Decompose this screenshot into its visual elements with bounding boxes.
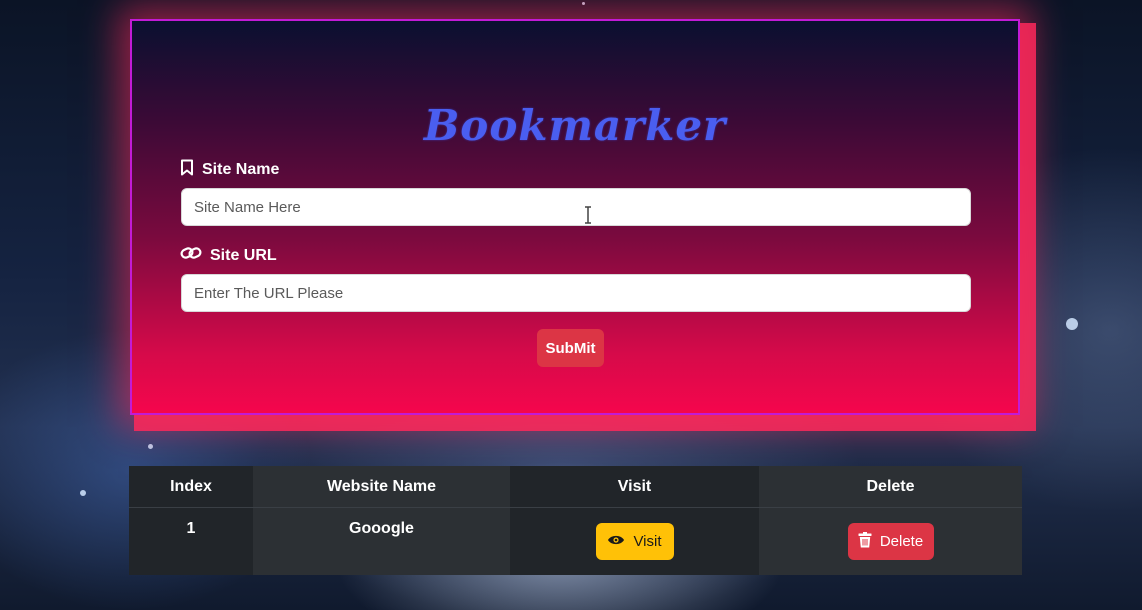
link-icon bbox=[180, 245, 210, 266]
app-title: Bookmarker bbox=[423, 101, 727, 150]
row-website-name: Gooogle bbox=[253, 507, 510, 575]
table-row: 1 Gooogle Visit Delete bbox=[129, 507, 1022, 575]
row-index: 1 bbox=[129, 507, 253, 575]
background-speck bbox=[80, 490, 86, 496]
delete-button-label: Delete bbox=[879, 533, 924, 550]
site-name-label-text: Site Name bbox=[202, 161, 280, 178]
background-speck bbox=[1066, 318, 1078, 330]
submit-button[interactable]: SubMit bbox=[537, 329, 604, 367]
header-index: Index bbox=[129, 466, 253, 508]
eye-icon bbox=[607, 533, 633, 550]
delete-button[interactable]: Delete bbox=[847, 523, 934, 560]
site-name-input[interactable] bbox=[181, 188, 971, 226]
bookmark-form-card: Bookmarker Site Name Site URL SubMit bbox=[130, 19, 1020, 415]
background-speck bbox=[582, 2, 585, 5]
text-cursor-icon bbox=[583, 206, 593, 224]
site-name-label: Site Name bbox=[180, 159, 279, 181]
table-header-row: Index Website Name Visit Delete bbox=[129, 466, 1022, 508]
header-website-name: Website Name bbox=[253, 466, 510, 508]
row-visit-cell: Visit bbox=[510, 507, 759, 575]
bookmark-icon bbox=[180, 159, 202, 181]
site-url-label: Site URL bbox=[180, 245, 277, 266]
bookmarks-table: Index Website Name Visit Delete 1 Gooogl… bbox=[129, 466, 1022, 575]
site-url-label-text: Site URL bbox=[210, 246, 277, 264]
row-delete-cell: Delete bbox=[759, 507, 1022, 575]
header-visit: Visit bbox=[510, 466, 759, 508]
site-url-input[interactable] bbox=[181, 274, 971, 312]
background-speck bbox=[148, 444, 153, 449]
visit-button-label: Visit bbox=[633, 533, 662, 550]
header-delete: Delete bbox=[759, 466, 1022, 508]
visit-button[interactable]: Visit bbox=[595, 523, 674, 560]
trash-icon bbox=[858, 531, 880, 552]
